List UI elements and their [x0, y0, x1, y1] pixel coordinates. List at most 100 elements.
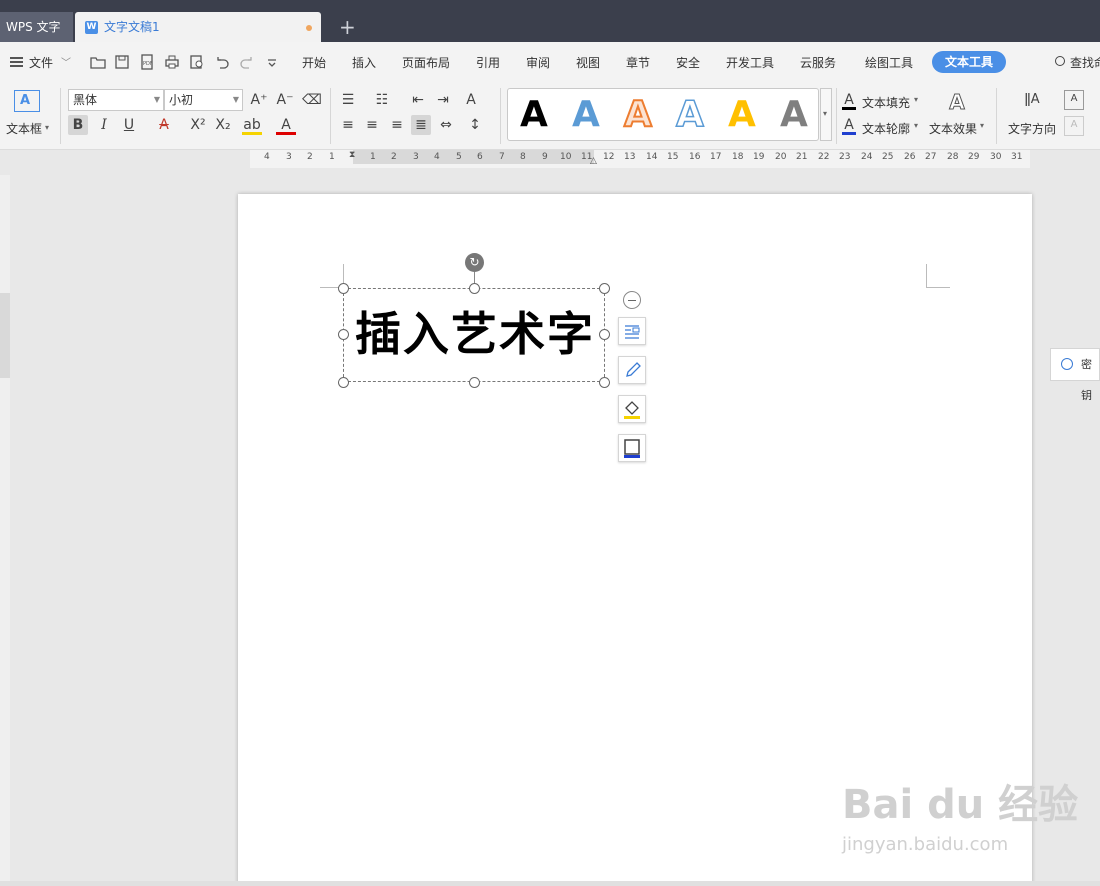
text-outline-button[interactable]: 文本轮廓: [862, 120, 910, 137]
gallery-more-button[interactable]: ▾: [820, 88, 832, 141]
align-left-icon[interactable]: ≡: [338, 115, 358, 135]
strikethrough-icon[interactable]: A: [154, 115, 174, 135]
chevron-down-icon[interactable]: ▾: [980, 121, 984, 130]
line-spacing-icon[interactable]: ↕: [465, 115, 485, 135]
superscript-icon[interactable]: X²: [188, 115, 208, 135]
wordart-style-gold[interactable]: A: [728, 95, 756, 135]
menu-view[interactable]: 视图: [576, 54, 600, 71]
text-fill-icon[interactable]: A: [842, 90, 856, 110]
resize-handle-bottom-right[interactable]: [599, 377, 610, 388]
align-right-icon[interactable]: ≡: [387, 115, 407, 135]
highlight-icon[interactable]: ab: [242, 115, 262, 135]
text-effect-icon[interactable]: A: [946, 92, 968, 113]
menu-chapter[interactable]: 章节: [626, 54, 650, 71]
justify-icon[interactable]: ≣: [411, 115, 431, 135]
ruler-tick: 4: [434, 152, 440, 162]
clear-format-icon[interactable]: ⌫: [302, 90, 322, 110]
font-color-icon[interactable]: A: [276, 115, 296, 135]
resize-handle-bottom-left[interactable]: [338, 377, 349, 388]
menu-references[interactable]: 引用: [476, 54, 500, 71]
increase-indent-icon[interactable]: ⇥: [433, 90, 453, 110]
resize-handle-top-left[interactable]: [338, 283, 349, 294]
wordart-style-orange-outline[interactable]: A: [623, 94, 653, 136]
resize-handle-left[interactable]: [338, 329, 349, 340]
document-tab[interactable]: W 文字文稿1: [75, 12, 321, 42]
resize-handle-right[interactable]: [599, 329, 610, 340]
underline-icon[interactable]: U: [119, 115, 139, 135]
menu-review[interactable]: 审阅: [526, 54, 550, 71]
italic-icon[interactable]: I: [94, 115, 114, 135]
font-size-select[interactable]: 小初 ▼: [164, 89, 243, 111]
wordart-style-black[interactable]: A: [520, 95, 548, 135]
menu-security[interactable]: 安全: [676, 54, 700, 71]
horizontal-ruler[interactable]: 4 3 2 1 1 2 3 4 5 6 7 8 9 10 11 12 13 14…: [250, 150, 1030, 168]
text-outline-icon[interactable]: A: [842, 115, 856, 135]
menu-start[interactable]: 开始: [302, 54, 326, 71]
wordart-style-gallery[interactable]: A A A A A A: [507, 88, 819, 141]
chevron-down-icon[interactable]: ▾: [914, 95, 918, 104]
bullet-list-icon[interactable]: ☰: [338, 90, 358, 110]
font-name-select[interactable]: 黑体 ▼: [68, 89, 164, 111]
resize-handle-top-right[interactable]: [599, 283, 610, 294]
subscript-icon[interactable]: X₂: [213, 115, 233, 135]
export-pdf-icon[interactable]: PDF: [139, 54, 155, 70]
menu-cloud-service[interactable]: 云服务: [800, 54, 836, 71]
text-direction-small-icon[interactable]: A: [461, 90, 481, 110]
wordart-style-gray[interactable]: A: [780, 95, 808, 135]
chevron-down-icon[interactable]: ﹀: [61, 54, 71, 69]
right-indent-marker-icon[interactable]: △: [590, 156, 597, 166]
customize-toolbar-icon[interactable]: [264, 54, 280, 70]
hamburger-icon[interactable]: [10, 57, 23, 67]
textbox-icon[interactable]: A: [14, 90, 40, 112]
open-folder-icon[interactable]: [90, 54, 106, 70]
ruler-tick: 9: [542, 152, 548, 162]
text-effect-button[interactable]: 文本效果: [929, 120, 977, 137]
menu-drawing-tools[interactable]: 绘图工具: [865, 54, 913, 71]
outline-border-icon[interactable]: [618, 434, 646, 462]
shape-style-brush-icon[interactable]: [618, 356, 646, 384]
fill-bucket-icon[interactable]: [618, 395, 646, 423]
side-panel-tab[interactable]: 密钥: [1050, 348, 1100, 402]
resize-handle-bottom[interactable]: [469, 377, 480, 388]
text-fill-button[interactable]: 文本填充: [862, 94, 910, 111]
collapse-toolbar-icon[interactable]: [623, 291, 641, 309]
wordart-style-blue-outline[interactable]: A: [675, 94, 704, 136]
ruler-tick: 29: [968, 152, 980, 162]
text-direction-icon[interactable]: ǁA: [1020, 90, 1044, 110]
app-tab[interactable]: WPS 文字: [0, 12, 73, 42]
menu-insert[interactable]: 插入: [352, 54, 376, 71]
rotate-handle-icon[interactable]: ↻: [465, 253, 484, 272]
decrease-indent-icon[interactable]: ⇤: [408, 90, 428, 110]
new-tab-button[interactable]: +: [339, 14, 356, 40]
align-center-icon[interactable]: ≡: [362, 115, 382, 135]
print-icon[interactable]: [164, 54, 180, 70]
textbox-link-icon[interactable]: A: [1064, 90, 1084, 110]
menu-text-tools[interactable]: 文本工具: [932, 51, 1006, 73]
menu-page-layout[interactable]: 页面布局: [402, 54, 450, 71]
shrink-font-icon[interactable]: A⁻: [275, 90, 295, 110]
indent-marker-icon[interactable]: ⧗: [349, 150, 355, 160]
redo-icon[interactable]: [239, 54, 255, 70]
grow-font-icon[interactable]: A⁺: [249, 90, 269, 110]
textbox-button[interactable]: 文本框: [6, 120, 42, 137]
print-preview-icon[interactable]: [189, 54, 205, 70]
chevron-down-icon[interactable]: ▾: [914, 121, 918, 130]
resize-handle-top[interactable]: [469, 283, 480, 294]
layout-options-icon[interactable]: [618, 317, 646, 345]
undo-icon[interactable]: [214, 54, 230, 70]
vertical-ruler[interactable]: [0, 175, 10, 886]
wordart-text[interactable]: 插入艺术字: [355, 304, 595, 364]
numbered-list-icon[interactable]: ☷: [372, 90, 392, 110]
textbox-unlink-icon[interactable]: A: [1064, 116, 1084, 136]
margin-corner-mark: [926, 264, 950, 288]
wordart-style-blue[interactable]: A: [572, 95, 600, 135]
text-direction-button[interactable]: 文字方向: [1008, 120, 1056, 137]
ruler-tick: 28: [947, 152, 959, 162]
bold-icon[interactable]: B: [68, 115, 88, 135]
chevron-down-icon[interactable]: ▾: [45, 123, 49, 132]
ruler-tick: 31: [1011, 152, 1023, 162]
menu-developer[interactable]: 开发工具: [726, 54, 774, 71]
distributed-icon[interactable]: ⇔: [436, 115, 456, 135]
save-icon[interactable]: [114, 54, 130, 70]
file-menu[interactable]: 文件: [29, 54, 53, 71]
